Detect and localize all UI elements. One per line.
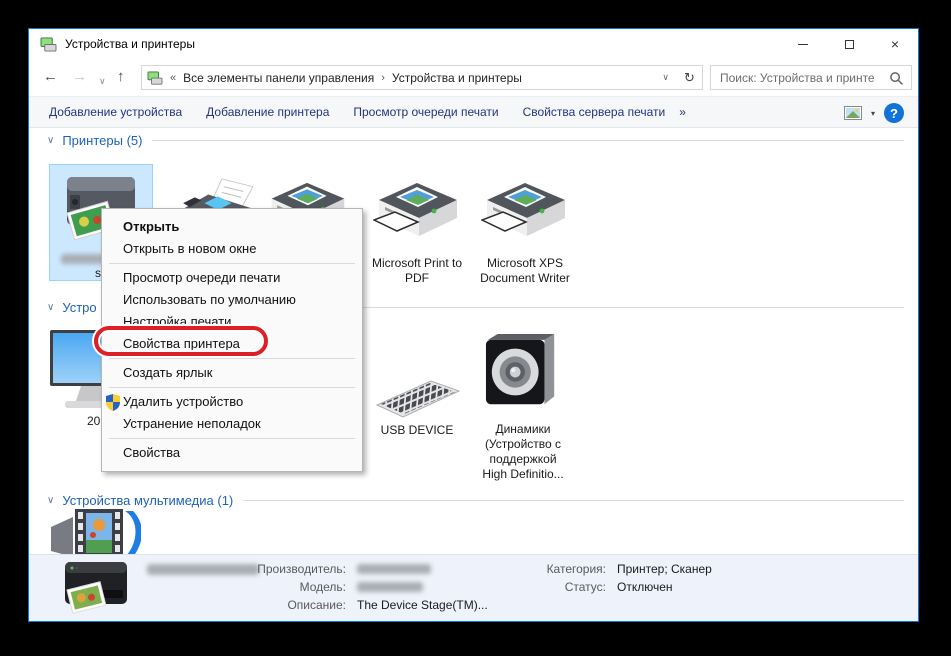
- speaker-icon[interactable]: [484, 332, 562, 414]
- menu-item-set-default[interactable]: Использовать по умолчанию: [102, 289, 362, 311]
- navigation-bar: ← → ∨ ↑ « Все элементы панели управления…: [29, 59, 918, 96]
- minimize-icon: [798, 43, 808, 45]
- view-mode-caret-icon[interactable]: ▾: [871, 109, 875, 118]
- context-menu: Открыть Открыть в новом окне Просмотр оч…: [101, 208, 363, 472]
- tile-label-xps-writer[interactable]: Microsoft XPS Document Writer: [465, 256, 585, 286]
- redacted-manufacturer-value: [357, 564, 431, 574]
- forward-button[interactable]: →: [72, 67, 87, 87]
- menu-item-remove-device[interactable]: Удалить устройство: [102, 391, 362, 413]
- refresh-button[interactable]: ↻: [677, 65, 703, 90]
- section-divider: [243, 499, 904, 501]
- refresh-icon: ↻: [684, 69, 695, 85]
- search-input[interactable]: [718, 67, 888, 88]
- crumb-separator-icon: ›: [381, 71, 385, 84]
- maximize-icon: [844, 39, 854, 49]
- print-to-pdf-icon[interactable]: [373, 179, 461, 241]
- media-device-icon[interactable]: [49, 507, 141, 559]
- breadcrumb-overflow-icon[interactable]: «: [170, 72, 176, 84]
- title-bar[interactable]: Устройства и принтеры ×: [29, 29, 918, 59]
- address-bar[interactable]: « Все элементы панели управления › Устро…: [141, 65, 678, 90]
- add-device-command[interactable]: Добавление устройства: [49, 105, 182, 119]
- redacted-model-value: [357, 582, 423, 592]
- help-icon: ?: [890, 105, 898, 121]
- minimize-button[interactable]: [780, 29, 826, 59]
- menu-separator: [109, 387, 355, 388]
- desktop-background: Устройства и принтеры × ← → ∨ ↑ « Все эл…: [0, 0, 951, 656]
- address-location-icon: [147, 71, 163, 85]
- menu-separator: [109, 358, 355, 359]
- up-button[interactable]: ↑: [117, 67, 125, 87]
- xps-writer-icon[interactable]: [481, 179, 569, 241]
- speakers-line: High Definitio...: [482, 467, 564, 481]
- command-bar: Добавление устройства Добавление принтер…: [29, 96, 918, 128]
- toolbar-right-group: ▾ ?: [844, 97, 904, 129]
- section-header-multimedia[interactable]: ∨ Устройства мультимедиа (1): [47, 491, 904, 509]
- menu-item-open[interactable]: Открыть: [102, 216, 362, 238]
- address-dropdown-icon[interactable]: ∨: [658, 72, 673, 83]
- uac-shield-icon: [106, 394, 120, 411]
- selected-device-photo-icon: [55, 560, 137, 620]
- tile-label-print-to-pdf[interactable]: Microsoft Print to PDF: [365, 256, 469, 286]
- window-app-icon: [40, 37, 57, 52]
- maximize-button[interactable]: [826, 29, 872, 59]
- menu-separator: [109, 438, 355, 439]
- view-print-queue-command[interactable]: Просмотр очереди печати: [353, 105, 498, 119]
- menu-item-remove-device-label: Удалить устройство: [123, 394, 244, 409]
- menu-separator: [109, 263, 355, 264]
- section-header-printers[interactable]: ∨ Принтеры (5): [47, 131, 904, 149]
- close-icon: ×: [890, 36, 900, 52]
- section-title-devices: Устро: [62, 299, 97, 315]
- details-label-category: Категория:: [546, 562, 606, 576]
- toolbar-overflow-icon[interactable]: »: [679, 105, 686, 119]
- speakers-line: (Устройство с: [484, 437, 562, 451]
- section-title-multimedia: Устройства мультимедиа (1): [62, 492, 234, 508]
- speakers-line: Динамики: [495, 422, 551, 436]
- help-button[interactable]: ?: [884, 103, 904, 123]
- section-title-printers: Принтеры (5): [62, 132, 143, 148]
- menu-item-printing-preferences[interactable]: Настройка печати: [102, 311, 362, 333]
- print-server-properties-command[interactable]: Свойства сервера печати: [523, 105, 666, 119]
- back-button[interactable]: ←: [43, 67, 58, 87]
- speakers-line: поддержкой: [489, 452, 557, 466]
- details-value-category: Принтер; Сканер: [617, 562, 712, 576]
- breadcrumb-control-panel[interactable]: Все элементы панели управления: [183, 71, 374, 85]
- menu-item-troubleshoot[interactable]: Устранение неполадок: [102, 413, 362, 435]
- tile-label-usb-device[interactable]: USB DEVICE: [365, 423, 469, 438]
- tile-label-speakers[interactable]: Динамики (Устройство с поддержкой High D…: [457, 422, 589, 482]
- window-controls: ×: [780, 29, 918, 59]
- collapse-chevron-icon[interactable]: ∨: [47, 135, 54, 146]
- details-label-model: Модель:: [299, 580, 346, 594]
- details-value-status: Отключен: [617, 580, 673, 594]
- menu-item-view-print-queue[interactable]: Просмотр очереди печати: [102, 267, 362, 289]
- details-pane: Производитель: Модель: Описание: The Dev…: [29, 554, 918, 621]
- collapse-chevron-icon[interactable]: ∨: [47, 495, 54, 506]
- add-printer-command[interactable]: Добавление принтера: [206, 105, 329, 119]
- devices-and-printers-window: Устройства и принтеры × ← → ∨ ↑ « Все эл…: [28, 28, 919, 622]
- details-label-manufacturer: Производитель:: [257, 562, 346, 576]
- keyboard-icon[interactable]: [371, 374, 463, 418]
- view-mode-icon[interactable]: [844, 106, 862, 120]
- details-label-description: Описание:: [287, 598, 346, 612]
- close-button[interactable]: ×: [872, 29, 918, 59]
- menu-item-open-new-window[interactable]: Открыть в новом окне: [102, 238, 362, 260]
- breadcrumb-devices-printers[interactable]: Устройства и принтеры: [392, 71, 522, 85]
- search-icon: [889, 71, 904, 86]
- menu-item-printer-properties[interactable]: Свойства принтера: [102, 333, 362, 355]
- section-divider: [152, 139, 904, 141]
- menu-item-create-shortcut[interactable]: Создать ярлык: [102, 362, 362, 384]
- collapse-chevron-icon[interactable]: ∨: [47, 302, 54, 313]
- window-title: Устройства и принтеры: [65, 37, 195, 51]
- menu-item-properties[interactable]: Свойства: [102, 442, 362, 464]
- recent-pages-dropdown-icon[interactable]: ∨: [99, 71, 106, 91]
- monitor-label-partial[interactable]: 20: [87, 414, 100, 428]
- search-box[interactable]: [710, 65, 912, 90]
- details-value-description: The Device Stage(TM)...: [357, 598, 488, 612]
- details-label-status: Статус:: [564, 580, 606, 594]
